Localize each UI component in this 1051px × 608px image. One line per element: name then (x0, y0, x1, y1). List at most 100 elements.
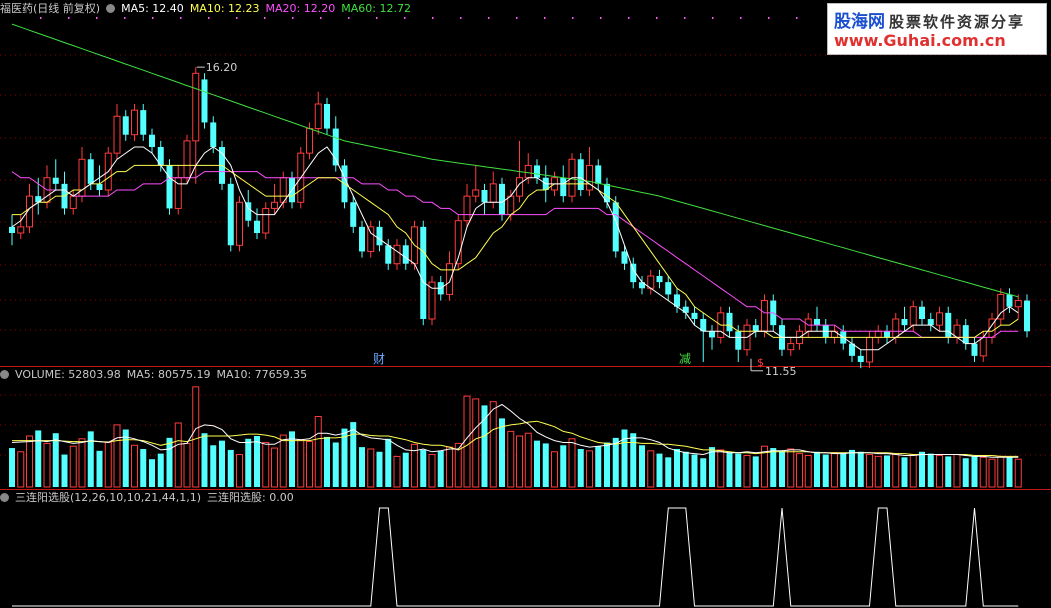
candle-body-up (428, 281, 436, 320)
volume-bar-up (936, 454, 943, 488)
candle-body-down (499, 183, 505, 215)
volume-bar-down (726, 452, 733, 487)
volume-bar-up (279, 434, 287, 488)
top-tick-mark (152, 17, 154, 19)
volume-bar-up (236, 454, 243, 488)
volume-bar-down (140, 448, 147, 487)
grid-lines (0, 17, 1051, 456)
volume-bar-up (131, 444, 138, 488)
top-tick-mark (320, 17, 322, 19)
event-marker-cai: 财 (373, 352, 385, 366)
volume-bar-down (289, 431, 295, 487)
volume-bar-down (884, 455, 890, 487)
volume-bar-up (297, 439, 305, 488)
volume-bar-down (157, 453, 164, 487)
volume-bar-down (166, 437, 173, 487)
top-tick-mark (68, 17, 70, 19)
volume-bar-up (43, 442, 51, 488)
candle-body-up (367, 226, 375, 252)
logo-url: www.Guhai.com.cn (834, 31, 1006, 50)
volume-bar-down (9, 448, 15, 487)
volume-bar-up (174, 422, 182, 488)
top-tick-mark (712, 17, 714, 19)
top-tick-mark (376, 17, 378, 19)
candle-body-down (149, 134, 155, 147)
volume-bar-up (271, 447, 278, 488)
volume-bar-up (113, 424, 121, 488)
candle-body-down (534, 165, 540, 178)
volume-bar-down (376, 451, 383, 487)
candle-body-up (761, 300, 768, 332)
volume-bars (9, 386, 1022, 488)
volume-bar-down (542, 443, 549, 487)
candle-body-down (945, 312, 952, 338)
volume-bar-down (770, 448, 777, 487)
volume-bar-up (787, 448, 795, 488)
volume-bar-up (909, 454, 917, 488)
volume-bar-up (743, 454, 751, 488)
volume-bar-down (840, 453, 847, 487)
candle-body-up (586, 164, 593, 191)
top-tick-mark (348, 17, 350, 19)
volume-bar-up (551, 451, 558, 488)
volume-bar-up (472, 398, 480, 488)
low-price-label: 11.55 (765, 365, 797, 378)
volume-bar-down (822, 454, 829, 487)
guhai-logo[interactable]: 股海网 股票软件资源分享 www.Guhai.com.cn (827, 3, 1047, 55)
candle-body-up (306, 128, 313, 154)
volume-bar-up (796, 453, 803, 488)
chart-canvas[interactable]: 16.20 11.55 财 减 $ (0, 0, 1051, 608)
top-tick-mark (768, 17, 770, 19)
volume-bar-down (612, 437, 619, 487)
candle-body-up (393, 244, 401, 265)
candle-body-up (446, 263, 453, 295)
candle-body-down (656, 276, 663, 283)
candle-body-down (87, 159, 94, 184)
volume-bar-down (857, 451, 864, 487)
candle-body-down (814, 319, 820, 326)
volume-bar-up (831, 452, 838, 488)
volume-bar-down (682, 451, 689, 487)
volume-bar-up (262, 441, 270, 488)
candle-body-up (463, 195, 471, 222)
top-tick-mark (740, 17, 742, 19)
volume-bar-down (481, 405, 488, 487)
candle-body-down (927, 319, 934, 326)
candle-body-up (314, 103, 322, 130)
candle-body-down (884, 331, 890, 338)
candle-body-up (489, 183, 497, 203)
high-price-label: 16.20 (206, 61, 238, 74)
top-tick-mark (460, 17, 462, 19)
candle-body-down (481, 190, 488, 203)
volume-bar-down (630, 433, 637, 487)
top-tick-mark (796, 17, 798, 19)
volume-bar-up (804, 454, 812, 488)
top-tick-mark (572, 17, 574, 19)
candle-body-down (1024, 300, 1030, 332)
volume-bar-up (17, 451, 25, 488)
candle-body-up (69, 195, 77, 209)
volume-bar-down (420, 449, 427, 487)
candle-body-up (892, 318, 900, 338)
top-tick-mark (180, 17, 182, 19)
volume-bar-up (393, 455, 401, 488)
top-tick-mark (600, 17, 602, 19)
volume-bar-down (700, 458, 707, 487)
volume-bar-up (314, 416, 322, 488)
candle-body-down (1006, 294, 1013, 307)
volume-bar-down (927, 453, 934, 487)
volume-bar-down (385, 438, 392, 487)
volume-bar-up (428, 454, 436, 488)
volume-bar-up (524, 432, 532, 488)
volume-bar-up (26, 435, 33, 488)
candle-body-down (9, 226, 15, 233)
candle-body-down (971, 343, 978, 356)
candle-body-down (201, 79, 208, 123)
candle-body-down (140, 110, 147, 135)
candle-body-up (131, 109, 138, 136)
volume-bar-down (437, 450, 444, 487)
volume-bar-up (988, 458, 996, 488)
candle-body-down (857, 355, 864, 362)
volume-bar-down (210, 445, 217, 487)
volume-bar-down (901, 457, 908, 487)
